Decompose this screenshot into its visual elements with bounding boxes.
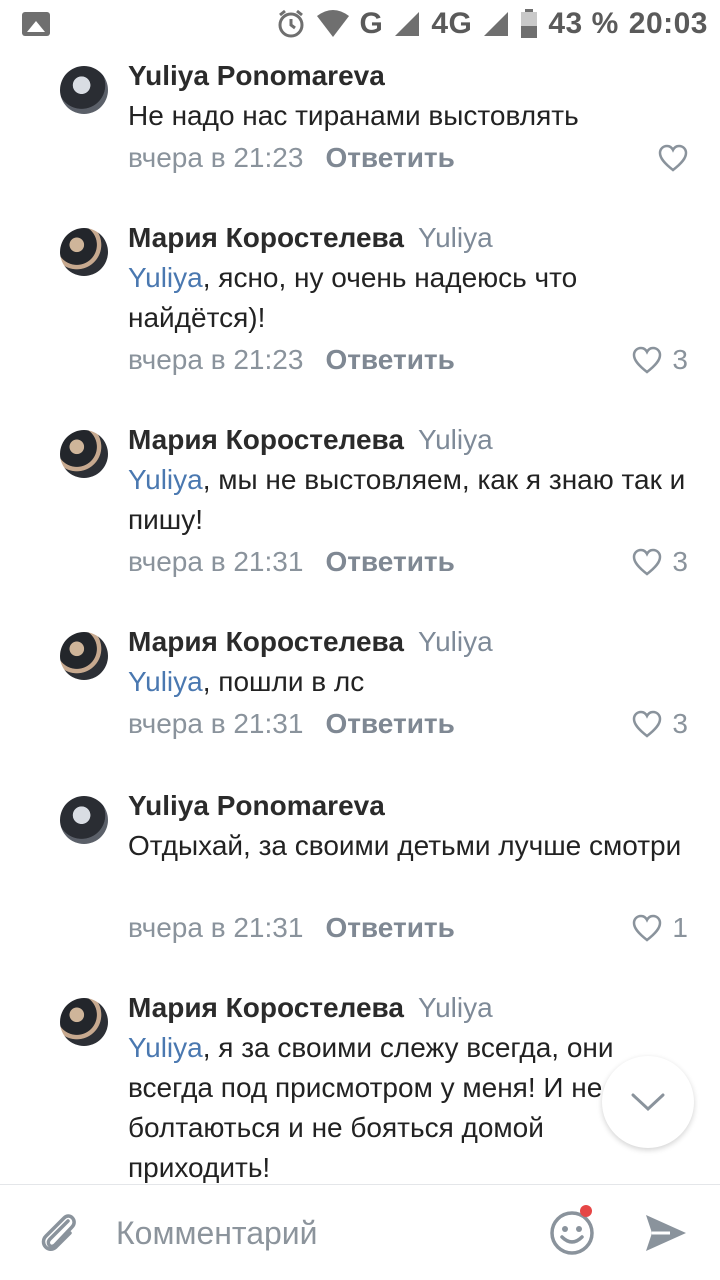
reply-button[interactable]: Ответить [325, 912, 454, 943]
scroll-down-button[interactable] [602, 1056, 694, 1148]
battery-percent: 43 % [548, 7, 619, 40]
reply-to-name[interactable]: Yuliya [418, 222, 493, 253]
like-count: 3 [672, 546, 688, 577]
mention-link[interactable]: Yuliya [128, 666, 203, 697]
reply-to-name[interactable]: Yuliya [418, 626, 493, 657]
comment-text: Не надо нас тиранами выстовлять [128, 100, 579, 131]
reply-to-name[interactable]: Yuliya [418, 992, 493, 1023]
comment-input-bar [0, 1184, 720, 1280]
comment-author[interactable]: Мария Коростелева [128, 626, 404, 657]
like-button[interactable] [658, 140, 688, 176]
signal-icon-2 [484, 12, 509, 36]
paperclip-icon[interactable] [34, 1207, 82, 1259]
comment-time: вчера в 21:31 [128, 912, 304, 943]
status-bar: G 4G 43 % 20:03 [0, 0, 720, 48]
avatar[interactable] [60, 66, 108, 114]
heart-icon [633, 548, 662, 576]
comment-time: вчера в 21:31 [128, 546, 304, 577]
chevron-down-icon [631, 1093, 665, 1112]
heart-icon [633, 710, 662, 738]
like-button[interactable]: 3 [632, 544, 688, 580]
mention-link[interactable]: Yuliya [128, 262, 203, 293]
comment-author[interactable]: Yuliya Ponomareva [128, 60, 385, 91]
reply-button[interactable]: Ответить [325, 142, 454, 173]
reply-button[interactable]: Ответить [325, 344, 454, 375]
avatar[interactable] [60, 796, 108, 844]
comment-time: вчера в 21:23 [128, 142, 304, 173]
like-count: 1 [672, 912, 688, 943]
like-button[interactable]: 3 [632, 706, 688, 742]
signal-icon [395, 12, 420, 36]
alarm-icon [278, 9, 303, 38]
like-button[interactable]: 1 [632, 910, 688, 946]
comment-author[interactable]: Yuliya Ponomareva [128, 790, 385, 821]
like-count: 3 [672, 344, 688, 375]
comment-text: Yuliya, ясно, ну очень надеюсь что найдё… [128, 262, 578, 333]
notification-dot [580, 1205, 592, 1217]
battery-icon [521, 9, 538, 38]
comment-author[interactable]: Мария Коростелева [128, 992, 404, 1023]
like-button[interactable]: 3 [632, 342, 688, 378]
reply-to-name[interactable]: Yuliya [418, 424, 493, 455]
avatar[interactable] [60, 228, 108, 276]
gallery-notification-icon [22, 12, 50, 36]
avatar[interactable] [60, 998, 108, 1046]
heart-icon [633, 346, 662, 374]
mention-link[interactable]: Yuliya [128, 1032, 203, 1063]
like-count: 3 [672, 708, 688, 739]
comment-author[interactable]: Мария Коростелева [128, 424, 404, 455]
comment-time: вчера в 21:31 [128, 708, 304, 739]
comment-text: Yuliya, пошли в лс [128, 666, 365, 697]
comment-author[interactable]: Мария Коростелева [128, 222, 404, 253]
heart-icon [633, 914, 662, 942]
comment-time: вчера в 21:23 [128, 344, 304, 375]
network-type-2: 4G [431, 7, 473, 40]
comment-input[interactable] [116, 1209, 516, 1257]
avatar[interactable] [60, 632, 108, 680]
reply-button[interactable]: Ответить [325, 708, 454, 739]
comments-list[interactable]: Yuliya Ponomareva Не надо нас тиранами в… [0, 48, 720, 1184]
mention-link[interactable]: Yuliya [128, 464, 203, 495]
send-icon[interactable] [644, 1211, 688, 1255]
reply-button[interactable]: Ответить [325, 546, 454, 577]
comment-text: Отдыхай, за своими детьми лучше смотри [128, 830, 682, 861]
clock: 20:03 [628, 7, 708, 40]
avatar[interactable] [60, 430, 108, 478]
wifi-icon [316, 10, 349, 37]
heart-icon [658, 144, 688, 172]
comment-text: Yuliya, мы не выстовляем, как я знаю так… [128, 464, 686, 535]
network-type: G [359, 7, 384, 40]
status-icons: G 4G 43 % 20:03 [276, 4, 709, 44]
